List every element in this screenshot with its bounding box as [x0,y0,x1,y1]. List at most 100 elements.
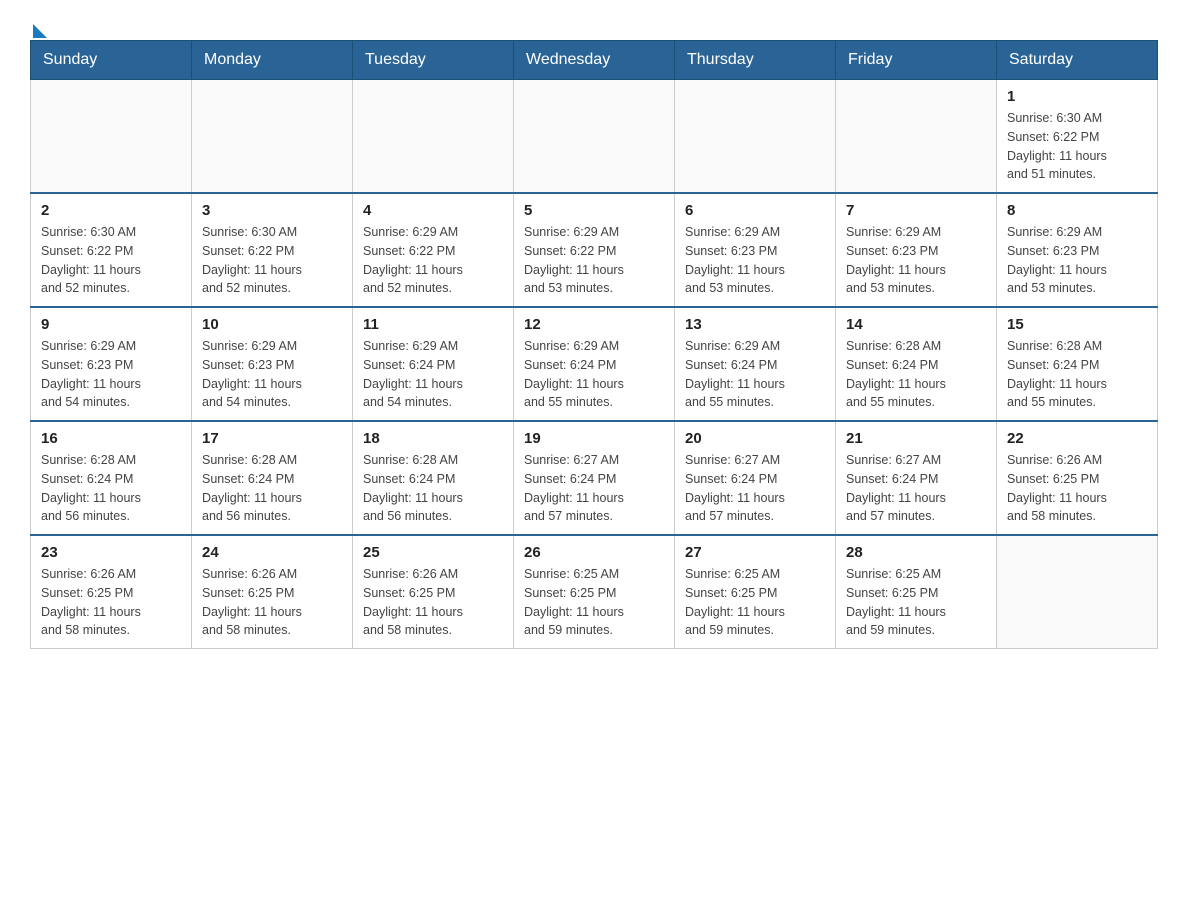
day-info: Sunrise: 6:27 AMSunset: 6:24 PMDaylight:… [685,451,825,526]
calendar-cell: 28Sunrise: 6:25 AMSunset: 6:25 PMDayligh… [836,535,997,649]
calendar-cell: 3 Sunrise: 6:30 AMSunset: 6:22 PMDaylight… [192,193,353,307]
calendar-cell: 1 Sunrise: 6:30 AMSunset: 6:22 PMDaylight… [997,80,1158,194]
day-number: 1 [1007,88,1147,105]
day-info: Sunrise: 6:29 AMSunset: 6:24 PMDaylight:… [524,337,664,412]
calendar-header-friday: Friday [836,41,997,80]
calendar-cell: 2 Sunrise: 6:30 AMSunset: 6:22 PMDaylight… [31,193,192,307]
day-number: 7 [846,202,986,219]
day-number: 2 [41,202,181,219]
calendar-cell: 10 Sunrise: 6:29 AMSunset: 6:23 PMDayligh… [192,307,353,421]
calendar-cell: 18 Sunrise: 6:28 AMSunset: 6:24 PMDayligh… [353,421,514,535]
day-info: Sunrise: 6:29 AMSunset: 6:22 PMDaylight:… [524,223,664,298]
day-info: Sunrise: 6:28 AMSunset: 6:24 PMDaylight:… [363,451,503,526]
day-number: 12 [524,316,664,333]
day-info: Sunrise: 6:29 AMSunset: 6:24 PMDaylight:… [363,337,503,412]
calendar-cell: 7 Sunrise: 6:29 AMSunset: 6:23 PMDaylight… [836,193,997,307]
calendar-cell: 5Sunrise: 6:29 AMSunset: 6:22 PMDaylight… [514,193,675,307]
calendar-cell: 14 Sunrise: 6:28 AMSunset: 6:24 PMDayligh… [836,307,997,421]
day-number: 17 [202,430,342,447]
day-info: Sunrise: 6:29 AMSunset: 6:23 PMDaylight:… [1007,223,1147,298]
day-number: 11 [363,316,503,333]
day-number: 25 [363,544,503,561]
day-info: Sunrise: 6:28 AMSunset: 6:24 PMDaylight:… [1007,337,1147,412]
calendar-cell: 19 Sunrise: 6:27 AMSunset: 6:24 PMDayligh… [514,421,675,535]
day-info: Sunrise: 6:29 AMSunset: 6:23 PMDaylight:… [846,223,986,298]
day-number: 4 [363,202,503,219]
page-header [30,20,1158,30]
calendar-cell [675,80,836,194]
day-info: Sunrise: 6:26 AMSunset: 6:25 PMDaylight:… [202,565,342,640]
calendar-cell [514,80,675,194]
week-row-2: 2 Sunrise: 6:30 AMSunset: 6:22 PMDaylight… [31,193,1158,307]
day-number: 13 [685,316,825,333]
day-info: Sunrise: 6:25 AMSunset: 6:25 PMDaylight:… [846,565,986,640]
day-number: 22 [1007,430,1147,447]
day-number: 10 [202,316,342,333]
day-number: 27 [685,544,825,561]
calendar-cell: 4 Sunrise: 6:29 AMSunset: 6:22 PMDaylight… [353,193,514,307]
calendar-cell: 6Sunrise: 6:29 AMSunset: 6:23 PMDaylight… [675,193,836,307]
calendar-cell: 21 Sunrise: 6:27 AMSunset: 6:24 PMDayligh… [836,421,997,535]
day-info: Sunrise: 6:27 AMSunset: 6:24 PMDaylight:… [846,451,986,526]
calendar-cell: 27 Sunrise: 6:25 AMSunset: 6:25 PMDayligh… [675,535,836,649]
day-info: Sunrise: 6:26 AMSunset: 6:25 PMDaylight:… [41,565,181,640]
calendar-cell: 26 Sunrise: 6:25 AMSunset: 6:25 PMDayligh… [514,535,675,649]
day-info: Sunrise: 6:28 AMSunset: 6:24 PMDaylight:… [41,451,181,526]
calendar-cell: 25 Sunrise: 6:26 AMSunset: 6:25 PMDayligh… [353,535,514,649]
calendar-header-wednesday: Wednesday [514,41,675,80]
day-info: Sunrise: 6:28 AMSunset: 6:24 PMDaylight:… [202,451,342,526]
day-info: Sunrise: 6:26 AMSunset: 6:25 PMDaylight:… [363,565,503,640]
calendar-cell: 17 Sunrise: 6:28 AMSunset: 6:24 PMDayligh… [192,421,353,535]
calendar-cell: 20 Sunrise: 6:27 AMSunset: 6:24 PMDayligh… [675,421,836,535]
day-info: Sunrise: 6:30 AMSunset: 6:22 PMDaylight:… [1007,109,1147,184]
day-number: 14 [846,316,986,333]
calendar-header-thursday: Thursday [675,41,836,80]
week-row-1: 1 Sunrise: 6:30 AMSunset: 6:22 PMDaylight… [31,80,1158,194]
day-info: Sunrise: 6:26 AMSunset: 6:25 PMDaylight:… [1007,451,1147,526]
calendar-header-monday: Monday [192,41,353,80]
week-row-3: 9 Sunrise: 6:29 AMSunset: 6:23 PMDaylight… [31,307,1158,421]
day-info: Sunrise: 6:29 AMSunset: 6:24 PMDaylight:… [685,337,825,412]
calendar-cell [31,80,192,194]
calendar-cell: 23 Sunrise: 6:26 AMSunset: 6:25 PMDayligh… [31,535,192,649]
day-number: 23 [41,544,181,561]
day-number: 20 [685,430,825,447]
week-row-4: 16 Sunrise: 6:28 AMSunset: 6:24 PMDayligh… [31,421,1158,535]
day-info: Sunrise: 6:29 AMSunset: 6:23 PMDaylight:… [685,223,825,298]
day-info: Sunrise: 6:29 AMSunset: 6:22 PMDaylight:… [363,223,503,298]
calendar-cell [997,535,1158,649]
calendar-table: SundayMondayTuesdayWednesdayThursdayFrid… [30,40,1158,649]
day-info: Sunrise: 6:28 AMSunset: 6:24 PMDaylight:… [846,337,986,412]
week-row-5: 23 Sunrise: 6:26 AMSunset: 6:25 PMDayligh… [31,535,1158,649]
day-number: 21 [846,430,986,447]
day-info: Sunrise: 6:30 AMSunset: 6:22 PMDaylight:… [202,223,342,298]
day-info: Sunrise: 6:25 AMSunset: 6:25 PMDaylight:… [685,565,825,640]
day-info: Sunrise: 6:29 AMSunset: 6:23 PMDaylight:… [41,337,181,412]
calendar-cell [836,80,997,194]
calendar-cell: 15 Sunrise: 6:28 AMSunset: 6:24 PMDayligh… [997,307,1158,421]
calendar-cell: 11 Sunrise: 6:29 AMSunset: 6:24 PMDayligh… [353,307,514,421]
calendar-header-tuesday: Tuesday [353,41,514,80]
calendar-cell [192,80,353,194]
day-info: Sunrise: 6:30 AMSunset: 6:22 PMDaylight:… [41,223,181,298]
day-number: 16 [41,430,181,447]
day-number: 19 [524,430,664,447]
calendar-cell: 8Sunrise: 6:29 AMSunset: 6:23 PMDaylight… [997,193,1158,307]
day-info: Sunrise: 6:29 AMSunset: 6:23 PMDaylight:… [202,337,342,412]
day-number: 3 [202,202,342,219]
calendar-header-sunday: Sunday [31,41,192,80]
logo-arrow-icon [33,24,47,38]
day-number: 24 [202,544,342,561]
calendar-header-row: SundayMondayTuesdayWednesdayThursdayFrid… [31,41,1158,80]
calendar-cell: 24 Sunrise: 6:26 AMSunset: 6:25 PMDayligh… [192,535,353,649]
day-info: Sunrise: 6:27 AMSunset: 6:24 PMDaylight:… [524,451,664,526]
calendar-cell: 22 Sunrise: 6:26 AMSunset: 6:25 PMDayligh… [997,421,1158,535]
calendar-cell: 13 Sunrise: 6:29 AMSunset: 6:24 PMDayligh… [675,307,836,421]
day-number: 26 [524,544,664,561]
day-info: Sunrise: 6:25 AMSunset: 6:25 PMDaylight:… [524,565,664,640]
calendar-cell: 9 Sunrise: 6:29 AMSunset: 6:23 PMDaylight… [31,307,192,421]
calendar-cell [353,80,514,194]
day-number: 15 [1007,316,1147,333]
day-number: 18 [363,430,503,447]
day-number: 9 [41,316,181,333]
